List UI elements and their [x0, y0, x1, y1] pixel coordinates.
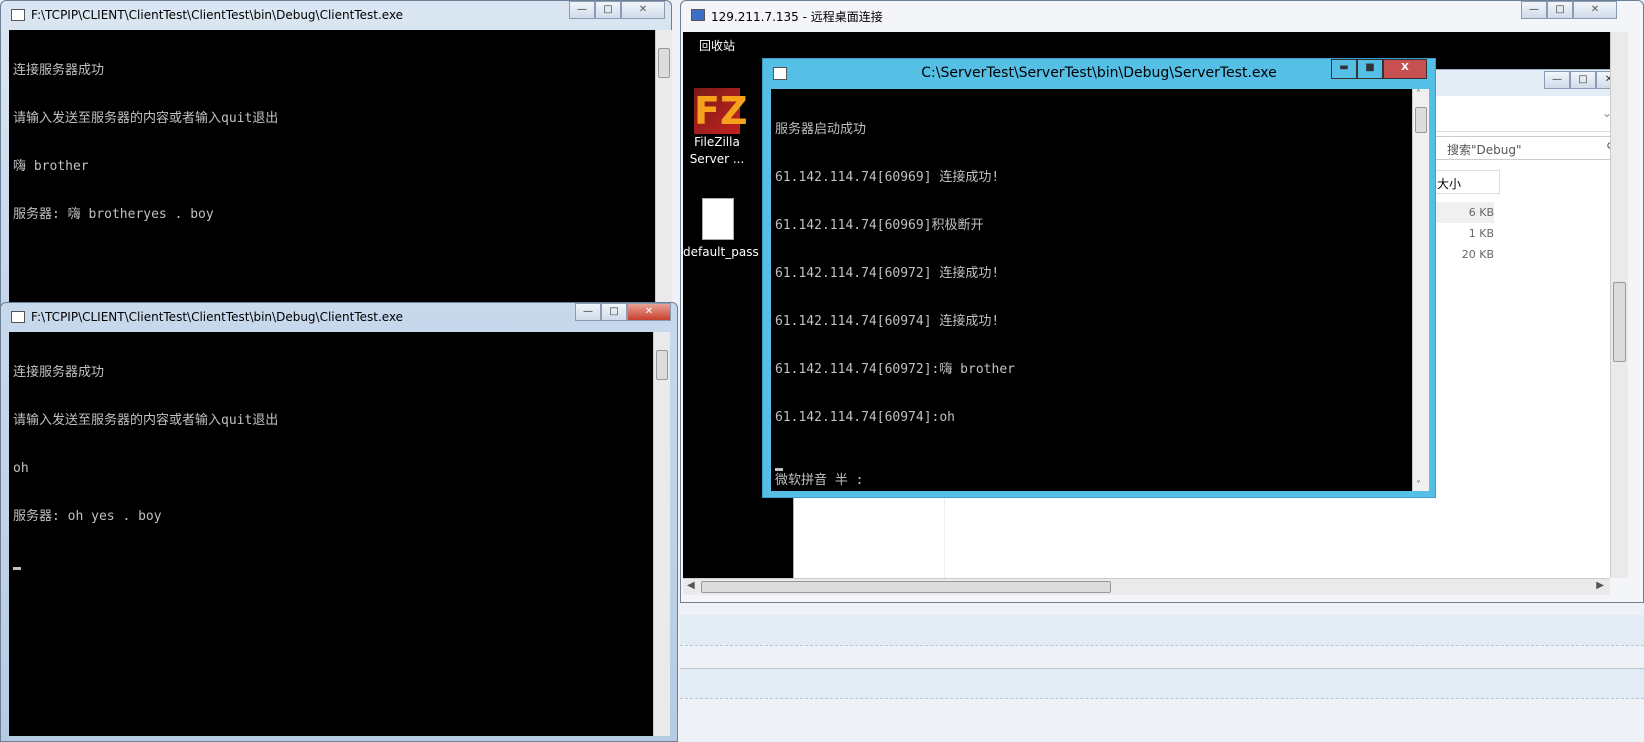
scroll-right-icon[interactable]: ▶ [1596, 580, 1604, 591]
console-line: 61.142.114.74[60974]:oh [775, 410, 956, 425]
icon-label: Server ... [689, 152, 745, 166]
scroll-up-icon[interactable]: ˄ [1416, 89, 1421, 100]
scroll-left-icon[interactable]: ◀ [687, 580, 695, 591]
ime-status: 微软拼音 半 : [775, 473, 864, 488]
console-line: 请输入发送至服务器的内容或者输入quit退出 [13, 111, 279, 126]
console-line: 61.142.114.74[60969] 连接成功! [775, 170, 1000, 185]
client-window-top[interactable]: F:\TCPIP\CLIENT\ClientTest\ClientTest\bi… [0, 0, 672, 307]
filezilla-icon: FZ [694, 88, 748, 134]
console-line: 服务器: 嗨 brotheryes . boy [13, 207, 214, 222]
close-button[interactable]: ✕ [627, 303, 671, 321]
desktop-icon-recycle-bin[interactable]: 回收站 [687, 38, 747, 55]
minimize-button[interactable]: ▬ [1331, 59, 1357, 79]
console-line: 请输入发送至服务器的内容或者输入quit退出 [13, 413, 279, 428]
remote-horizontal-scrollbar[interactable]: ◀ ▶ [683, 578, 1610, 595]
console-output: 连接服务器成功 请输入发送至服务器的内容或者输入quit退出 嗨 brother… [9, 30, 655, 307]
icon-label: FileZilla [694, 135, 740, 149]
window-title: F:\TCPIP\CLIENT\ClientTest\ClientTest\bi… [31, 8, 404, 22]
minimize-button[interactable]: — [1544, 71, 1570, 89]
text-cursor [13, 567, 21, 570]
background-row [680, 668, 1644, 698]
close-button[interactable]: ✕ [1573, 1, 1617, 19]
desktop-icon-default-pass[interactable]: default_pass [683, 198, 759, 261]
text-cursor [775, 468, 783, 471]
close-button[interactable]: X [1383, 59, 1427, 79]
window-title: 129.211.7.135 - 远程桌面连接 [711, 10, 883, 24]
console-line: 61.142.114.74[60974] 连接成功! [775, 314, 1000, 329]
window-title: F:\TCPIP\CLIENT\ClientTest\ClientTest\bi… [31, 310, 404, 324]
console-app-icon [11, 9, 25, 21]
desktop-icon-filezilla[interactable]: FZ FileZilla Server ... [687, 88, 748, 168]
console-line: 61.142.114.74[60972]:嗨 brother [775, 362, 1015, 377]
console-line: 61.142.114.74[60969]积极断开 [775, 218, 984, 233]
console-output: 连接服务器成功 请输入发送至服务器的内容或者输入quit退出 oh 服务器: o… [9, 332, 653, 736]
minimize-button[interactable]: — [569, 1, 595, 19]
console-line: 连接服务器成功 [13, 365, 105, 380]
maximize-button[interactable]: ■ [1357, 59, 1383, 79]
vertical-scrollbar[interactable]: ˄ ˅ [1412, 89, 1429, 491]
maximize-button[interactable]: □ [595, 1, 621, 19]
remote-desktop-icon [691, 9, 705, 21]
text-file-icon [702, 198, 734, 240]
close-button[interactable]: ✕ [1596, 71, 1610, 89]
client-window-bottom[interactable]: F:\TCPIP\CLIENT\ClientTest\ClientTest\bi… [0, 302, 678, 742]
vertical-scrollbar[interactable] [655, 30, 672, 307]
console-app-icon [11, 311, 25, 323]
search-placeholder: 搜索"Debug" [1447, 143, 1522, 157]
maximize-button[interactable]: □ [1570, 71, 1596, 89]
console-line: 61.142.114.74[60972] 连接成功! [775, 266, 1000, 281]
vertical-scrollbar[interactable] [653, 332, 670, 736]
console-line: 服务器: oh yes . boy [13, 509, 162, 524]
close-button[interactable]: ✕ [621, 1, 665, 19]
chevron-down-icon[interactable]: ⌄ [1602, 106, 1610, 120]
maximize-button[interactable]: □ [601, 303, 627, 321]
console-line: 嗨 brother [13, 159, 89, 174]
console-output: 服务器启动成功 61.142.114.74[60969] 连接成功! 61.14… [771, 89, 1412, 491]
server-window[interactable]: C:\ServerTest\ServerTest\bin\Debug\Serve… [762, 58, 1436, 498]
background-row [680, 615, 1644, 645]
scroll-down-icon[interactable]: ˅ [1416, 480, 1421, 491]
console-line: 服务器启动成功 [775, 122, 867, 137]
remote-vertical-scrollbar[interactable] [1610, 32, 1628, 578]
maximize-button[interactable]: □ [1547, 1, 1573, 19]
minimize-button[interactable]: — [575, 303, 601, 321]
console-line: oh [13, 461, 29, 476]
icon-label: default_pass [683, 245, 759, 259]
minimize-button[interactable]: — [1521, 1, 1547, 19]
column-header-size[interactable]: 大小 [1428, 170, 1500, 194]
console-line: 连接服务器成功 [13, 63, 105, 78]
